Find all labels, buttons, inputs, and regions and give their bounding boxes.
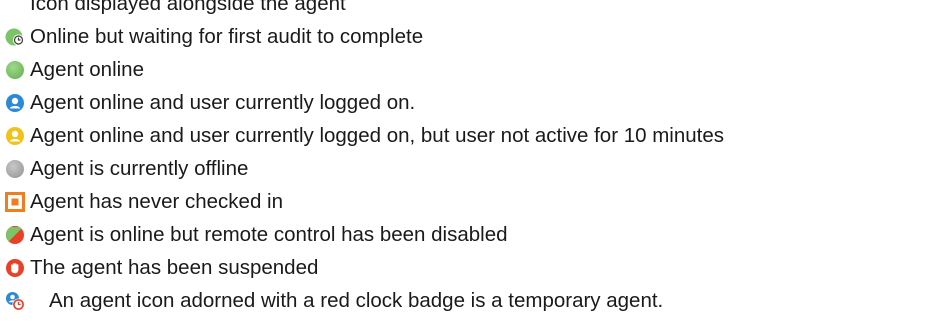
legend-item-label: Agent online: [30, 58, 144, 81]
legend-item-label: The agent has been suspended: [30, 256, 319, 279]
suspended-icon: [5, 258, 25, 278]
legend-item-label: Online but waiting for first audit to co…: [30, 25, 424, 48]
user-idle-icon: [5, 126, 25, 146]
legend-item: Agent is online but remote control has b…: [0, 218, 950, 251]
clock-badge-online-icon: [5, 27, 25, 47]
legend-item: An agent icon adorned with a red clock b…: [0, 284, 950, 317]
offline-dot-icon: [5, 159, 25, 179]
legend-item-label: Agent online and user currently logged o…: [30, 91, 416, 114]
legend-item: Agent is currently offline: [0, 152, 950, 185]
legend-item-label: Agent is online but remote control has b…: [30, 223, 508, 246]
agent-status-legend: Icon displayed alongside the agent Onlin…: [0, 0, 950, 317]
legend-item: The agent has been suspended: [0, 251, 950, 284]
legend-item-label: Agent is currently offline: [30, 157, 249, 180]
never-checked-in-icon: [5, 192, 25, 212]
legend-item-label: Agent online and user currently logged o…: [30, 124, 725, 147]
temporary-agent-icon: [5, 291, 25, 311]
user-online-icon: [5, 93, 25, 113]
legend-header-text: Icon displayed alongside the agent: [30, 0, 346, 15]
legend-item: Agent has never checked in: [0, 185, 950, 218]
remote-control-disabled-icon: [5, 225, 25, 245]
online-dot-icon: [5, 60, 25, 80]
legend-item: Agent online: [0, 53, 950, 86]
legend-item-label: An agent icon adorned with a red clock b…: [49, 289, 664, 312]
legend-item: Agent online and user currently logged o…: [0, 119, 950, 152]
legend-item: Agent online and user currently logged o…: [0, 86, 950, 119]
legend-header-row: Icon displayed alongside the agent: [0, 0, 950, 20]
legend-item-label: Agent has never checked in: [30, 190, 283, 213]
legend-item: Online but waiting for first audit to co…: [0, 20, 950, 53]
